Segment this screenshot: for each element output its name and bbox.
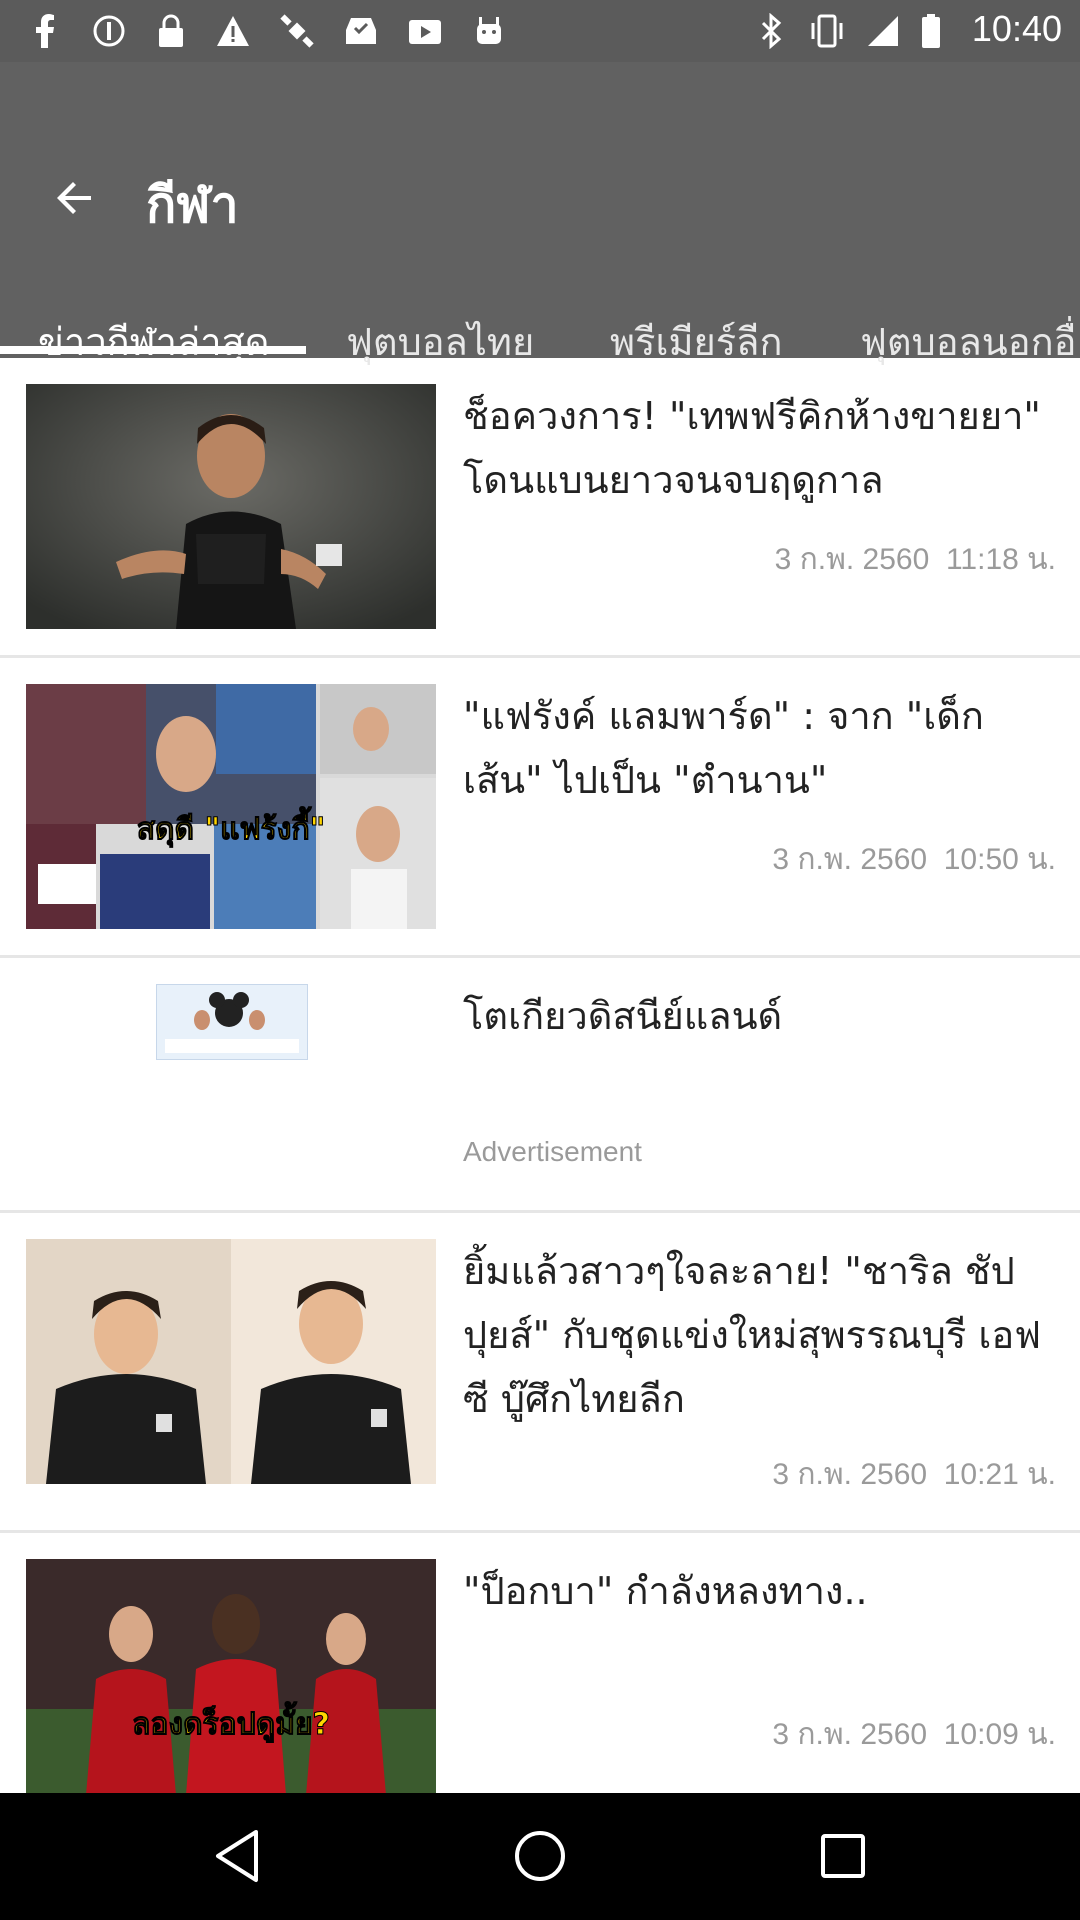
page-title: กีฬา [146, 176, 239, 234]
article-title: ช็อควงการ! "เทพฟรีคิกห้างขายยา" โดนแบนยา… [463, 394, 1041, 502]
tab-indicator [0, 346, 306, 354]
recents-nav-icon[interactable] [810, 1823, 876, 1889]
article-title: "ป็อกบา" กำลังหลงทาง.. [463, 1569, 868, 1613]
ad-item[interactable]: โตเกียวดิสนีย์แลนด์ Advertisement [0, 958, 1080, 1213]
system-nav-bar [0, 1793, 1080, 1920]
clock: 10:40 [971, 8, 1062, 49]
back-nav-icon[interactable] [204, 1823, 270, 1889]
article-timestamp: 3 ก.พ. 2560 10:09 น. [772, 1718, 1056, 1751]
back-button[interactable] [40, 168, 110, 228]
lock-icon [152, 12, 190, 50]
bluetooth-icon [752, 12, 790, 50]
article-thumbnail: ลองดร็อปดูมั้ย? [26, 1559, 436, 1795]
ad-label: Advertisement [463, 1136, 642, 1167]
article-thumbnail: สดุดี "แฟร้งกี้" [26, 684, 436, 929]
article-thumbnail [26, 384, 436, 629]
signal-icon [864, 12, 902, 50]
ad-title: โตเกียวดิสนีย์แลนด์ [463, 994, 783, 1038]
article-timestamp: 3 ก.พ. 2560 10:50 น. [772, 843, 1056, 876]
article-timestamp: 3 ก.พ. 2560 10:21 น. [772, 1458, 1056, 1491]
inbox-icon [342, 12, 380, 50]
vibrate-icon [808, 12, 846, 50]
list-item[interactable]: สดุดี "แฟร้งกี้" "แฟรังค์ แลมพาร์ด" : จา… [0, 658, 1080, 958]
list-item[interactable]: ยิ้มแล้วสาวๆใจละลาย! "ชาริล ชัปปุยส์" กั… [0, 1213, 1080, 1533]
status-bar: 10:40 [0, 0, 1080, 62]
facebook-icon [26, 12, 64, 50]
ad-thumbnail [156, 984, 308, 1060]
article-timestamp: 3 ก.พ. 2560 11:18 น. [774, 543, 1056, 576]
satellite-icon [278, 12, 316, 50]
article-thumbnail [26, 1239, 436, 1484]
warning-icon [214, 12, 252, 50]
article-title: ยิ้มแล้วสาวๆใจละลาย! "ชาริล ชัปปุยส์" กั… [463, 1249, 1042, 1421]
list-item[interactable]: ลองดร็อปดูมั้ย? "ป็อกบา" กำลังหลงทาง.. 3… [0, 1533, 1080, 1795]
article-title: "แฟรังค์ แลมพาร์ด" : จาก "เด็กเส้น" ไปเป… [463, 694, 984, 802]
android-icon [470, 12, 508, 50]
arrow-back-icon [57, 182, 91, 214]
list-item[interactable]: ช็อควงการ! "เทพฟรีคิกห้างขายยา" โดนแบนยา… [0, 358, 1080, 658]
app-bar: กีฬา ข่าวกีฬาล่าสุด ฟุตบอลไทย พรีเมียร์ล… [0, 62, 1080, 364]
video-icon [406, 12, 444, 50]
thumbnail-caption: สดุดี "แฟร้งกี้" [137, 806, 325, 848]
home-nav-icon[interactable] [507, 1823, 573, 1889]
thumbnail-caption: ลองดร็อปดูมั้ย? [132, 1701, 330, 1743]
battery-icon [912, 12, 950, 50]
data-saver-icon [90, 12, 128, 50]
